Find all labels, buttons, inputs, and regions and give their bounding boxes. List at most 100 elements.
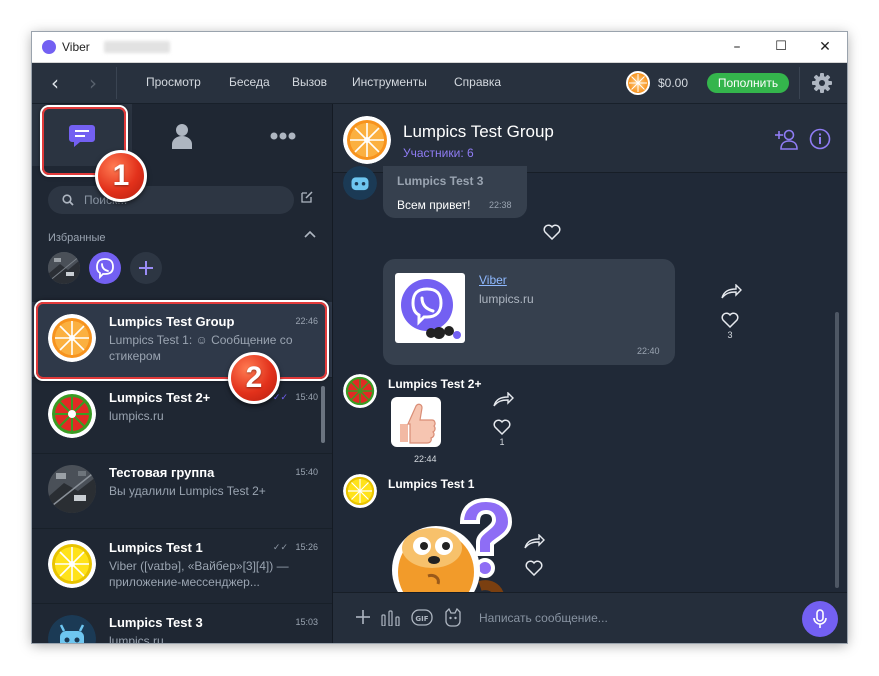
add-participant-icon[interactable] <box>775 128 799 150</box>
tab-contacts[interactable] <box>132 104 232 166</box>
sender-avatar[interactable] <box>343 166 377 200</box>
chat-preview: lumpics.ru <box>109 634 164 643</box>
chat-avatar <box>48 465 96 513</box>
settings-gear-icon[interactable] <box>808 69 836 97</box>
balance-amount: $0.00 <box>658 76 689 90</box>
thinking-raccoon-sticker[interactable] <box>388 496 518 592</box>
close-button[interactable]: ✕ <box>803 32 847 62</box>
title-bar: Viber – ☐ ✕ <box>32 32 847 63</box>
message-sender: Lumpics Test 1 <box>388 477 475 491</box>
chat-avatar <box>48 615 96 643</box>
info-icon[interactable] <box>809 128 831 150</box>
back-button[interactable]: ‹ <box>38 63 72 103</box>
main-toolbar: ‹ › Просмотр Беседа Вызов Инструменты Сп… <box>32 63 847 104</box>
chat-avatar <box>48 390 96 438</box>
message-sender: Lumpics Test 3 <box>397 174 484 188</box>
forward-share-icon[interactable] <box>523 534 545 550</box>
app-title: Viber <box>62 40 90 54</box>
viber-logo-icon <box>42 40 56 54</box>
chat-name: Lumpics Test 3 <box>109 615 203 630</box>
svg-text:GIF: GIF <box>415 615 428 623</box>
search-icon <box>62 194 74 206</box>
message-input[interactable]: Написать сообщение... <box>479 611 608 625</box>
chat-name: Lumpics Test 1 <box>109 540 203 555</box>
minimize-button[interactable]: – <box>715 32 759 62</box>
callout-frame-chat-item <box>36 302 327 379</box>
audio-bars-icon[interactable] <box>381 609 401 626</box>
delivered-ticks-icon: ✓✓ <box>272 542 288 552</box>
chat-time: 15:03 <box>295 617 318 627</box>
message-time: 22:38 <box>489 200 512 210</box>
forward-button[interactable]: › <box>76 63 110 103</box>
message-sender: Lumpics Test 2+ <box>388 377 482 391</box>
conversation-scrollbar[interactable] <box>835 312 839 588</box>
like-heart-icon[interactable] <box>493 419 511 435</box>
chat-item[interactable]: Lumpics Test 1 ✓✓ 15:26 Viber ([vaɪbə], … <box>32 528 332 604</box>
conversation-header: Lumpics Test Group Участники: 6 <box>333 104 847 173</box>
viber-icon[interactable] <box>89 252 121 284</box>
menu-tools[interactable]: Инструменты <box>352 75 427 89</box>
group-avatar[interactable] <box>343 116 391 164</box>
add-icon <box>139 261 153 275</box>
tab-more[interactable] <box>232 104 332 166</box>
sticker-icon[interactable] <box>443 608 463 627</box>
callout-badge-1: 1 <box>95 150 147 202</box>
forward-share-icon[interactable] <box>720 284 742 300</box>
chat-name: Тестовая группа <box>109 465 215 480</box>
search-input[interactable]: Поиск... <box>48 186 294 214</box>
chat-preview: Вы удалили Lumpics Test 2+ <box>109 484 266 498</box>
topup-button[interactable]: Пополнить <box>707 73 789 93</box>
chat-name: Lumpics Test 2+ <box>109 390 211 405</box>
contacts-icon <box>172 124 192 149</box>
chevron-up-icon[interactable] <box>304 230 316 238</box>
conversation-pane: Lumpics Test Group Участники: 6 Lumpics … <box>333 104 847 643</box>
maximize-button[interactable]: ☐ <box>759 32 803 62</box>
message-input-bar: GIF Написать сообщение... <box>333 592 847 643</box>
chat-item[interactable]: Lumpics Test 3 15:03 lumpics.ru <box>32 603 332 643</box>
forward-share-icon[interactable] <box>492 392 514 408</box>
message-bubble[interactable]: Lumpics Test 3 Всем привет! 22:38 <box>383 166 527 218</box>
message-time: 22:40 <box>637 346 660 356</box>
add-favorite-button[interactable] <box>130 252 162 284</box>
chat-item[interactable]: Lumpics Test 2+ ✓✓ 15:40 lumpics.ru <box>32 378 332 454</box>
like-count: 3 <box>727 330 733 340</box>
message-time: 22:44 <box>414 454 437 464</box>
menu-help[interactable]: Справка <box>454 75 501 89</box>
chat-item[interactable]: Тестовая группа 15:40 Вы удалили Lumpics… <box>32 453 332 529</box>
like-heart-icon[interactable] <box>525 560 543 576</box>
compose-icon[interactable] <box>300 190 314 204</box>
sender-avatar[interactable] <box>343 374 377 408</box>
message-text: Всем привет! <box>397 198 471 212</box>
gif-icon[interactable]: GIF <box>411 609 433 626</box>
read-ticks-icon: ✓✓ <box>272 392 288 402</box>
thumbs-up-sticker[interactable] <box>388 394 444 450</box>
link-title[interactable]: Viber <box>479 273 507 287</box>
link-preview-image[interactable] <box>395 273 465 343</box>
link-message-bubble[interactable]: Viber lumpics.ru 22:40 <box>383 259 675 365</box>
sidebar-scrollbar[interactable] <box>321 386 325 443</box>
chat-avatar <box>48 540 96 588</box>
toolbar-divider <box>799 67 800 99</box>
voice-message-button[interactable] <box>802 601 838 637</box>
attach-plus-icon[interactable] <box>355 609 371 625</box>
conversation-title: Lumpics Test Group <box>403 122 554 141</box>
like-heart-icon[interactable] <box>543 224 561 240</box>
chat-time: 15:26 <box>295 542 318 552</box>
menu-conversation[interactable]: Беседа <box>229 75 270 89</box>
menu-call[interactable]: Вызов <box>292 75 327 89</box>
callout-badge-2: 2 <box>228 352 280 404</box>
link-domain: lumpics.ru <box>479 292 534 306</box>
like-heart-icon[interactable] <box>721 312 739 328</box>
microphone-icon <box>813 609 827 628</box>
favorites-label: Избранные <box>48 232 106 244</box>
participants-count[interactable]: Участники: 6 <box>403 146 474 160</box>
account-avatar[interactable] <box>626 71 650 95</box>
favorite-photo-avatar[interactable] <box>48 252 80 284</box>
chat-time: 15:40 <box>295 392 318 402</box>
more-icon <box>270 132 296 140</box>
account-name-blurred <box>104 41 170 53</box>
menu-view[interactable]: Просмотр <box>146 75 201 89</box>
sender-avatar[interactable] <box>343 474 377 508</box>
toolbar-divider <box>116 67 117 99</box>
chat-preview: lumpics.ru <box>109 409 164 423</box>
